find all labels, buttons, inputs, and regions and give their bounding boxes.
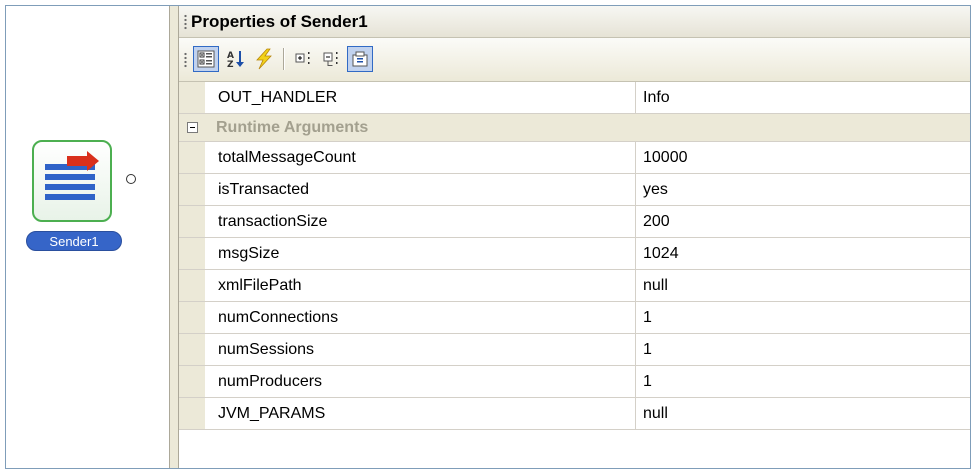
toolbar-grip-icon[interactable] (184, 52, 187, 68)
property-row[interactable]: numSessions 1 (179, 334, 970, 366)
property-value[interactable]: 1024 (643, 238, 679, 269)
categorized-button[interactable] (193, 46, 219, 72)
property-value[interactable]: null (643, 398, 668, 429)
property-row[interactable]: xmlFilePath null (179, 270, 970, 302)
property-row[interactable]: msgSize 1024 (179, 238, 970, 270)
collapse-icon[interactable] (187, 122, 198, 133)
collapse-all-button[interactable] (319, 46, 345, 72)
row-gutter (179, 238, 205, 269)
panel-titlebar: Properties of Sender1 (179, 6, 970, 38)
events-icon (256, 48, 272, 70)
row-gutter (179, 366, 205, 397)
property-name: OUT_HANDLER (218, 82, 636, 113)
window-frame: Sender1 Properties of Sender1 A Z OUT_HA… (5, 5, 971, 469)
row-gutter (179, 302, 205, 333)
property-value[interactable]: null (643, 270, 668, 301)
property-pages-button[interactable] (347, 46, 373, 72)
properties-toolbar: A Z (179, 38, 970, 82)
design-canvas: Sender1 (6, 6, 169, 468)
property-row[interactable]: transactionSize 200 (179, 206, 970, 238)
row-gutter (179, 398, 205, 429)
property-rows: totalMessageCount 10000 isTransacted yes tra… (179, 142, 970, 430)
property-value[interactable]: Info (643, 82, 670, 113)
row-gutter (179, 270, 205, 301)
property-row[interactable]: numConnections 1 (179, 302, 970, 334)
toolbar-separator (283, 48, 285, 70)
sender-node[interactable] (32, 140, 112, 222)
property-value[interactable]: 200 (643, 206, 670, 237)
property-name: numConnections (218, 302, 636, 333)
expand-all-button[interactable] (291, 46, 317, 72)
row-gutter (179, 174, 205, 205)
sender-icon (45, 151, 99, 200)
property-value[interactable]: 1 (643, 366, 652, 397)
properties-panel: Properties of Sender1 A Z OUT_HANDLER In… (179, 6, 970, 468)
property-value[interactable]: 1 (643, 334, 652, 365)
node-label[interactable]: Sender1 (26, 231, 122, 251)
expand-all-icon (295, 52, 310, 64)
sort-alphabetical-icon: A Z (227, 51, 244, 69)
output-port[interactable] (126, 174, 136, 184)
svg-text:Z: Z (227, 60, 234, 69)
property-value[interactable]: 10000 (643, 142, 688, 173)
property-value[interactable]: 1 (643, 302, 652, 333)
property-name: numSessions (218, 334, 636, 365)
property-name: JVM_PARAMS (218, 398, 636, 429)
property-row[interactable]: JVM_PARAMS null (179, 398, 970, 430)
property-grid: OUT_HANDLER Info Runtime Arguments total… (179, 82, 970, 430)
row-gutter (179, 82, 205, 113)
sort-alphabetical-button[interactable]: A Z (223, 46, 249, 72)
property-name: numProducers (218, 366, 636, 397)
category-label: Runtime Arguments (216, 119, 369, 136)
panel-splitter[interactable] (169, 6, 179, 468)
property-row[interactable]: isTransacted yes (179, 174, 970, 206)
panel-title: Properties of Sender1 (191, 12, 368, 31)
drag-grip-icon[interactable] (184, 14, 187, 30)
property-row-out-handler[interactable]: OUT_HANDLER Info (179, 82, 970, 114)
category-runtime-arguments[interactable]: Runtime Arguments (179, 114, 970, 142)
events-button[interactable] (251, 46, 277, 72)
property-pages-icon (352, 51, 368, 67)
property-row[interactable]: totalMessageCount 10000 (179, 142, 970, 174)
property-name: isTransacted (218, 174, 636, 205)
property-name: msgSize (218, 238, 636, 269)
row-gutter (179, 142, 205, 173)
property-name: transactionSize (218, 206, 636, 237)
collapse-all-icon (323, 52, 338, 66)
property-value[interactable]: yes (643, 174, 668, 205)
property-name: xmlFilePath (218, 270, 636, 301)
row-gutter (179, 334, 205, 365)
row-gutter (179, 206, 205, 237)
property-row[interactable]: numProducers 1 (179, 366, 970, 398)
property-name: totalMessageCount (218, 142, 636, 173)
categorized-icon (197, 50, 215, 68)
